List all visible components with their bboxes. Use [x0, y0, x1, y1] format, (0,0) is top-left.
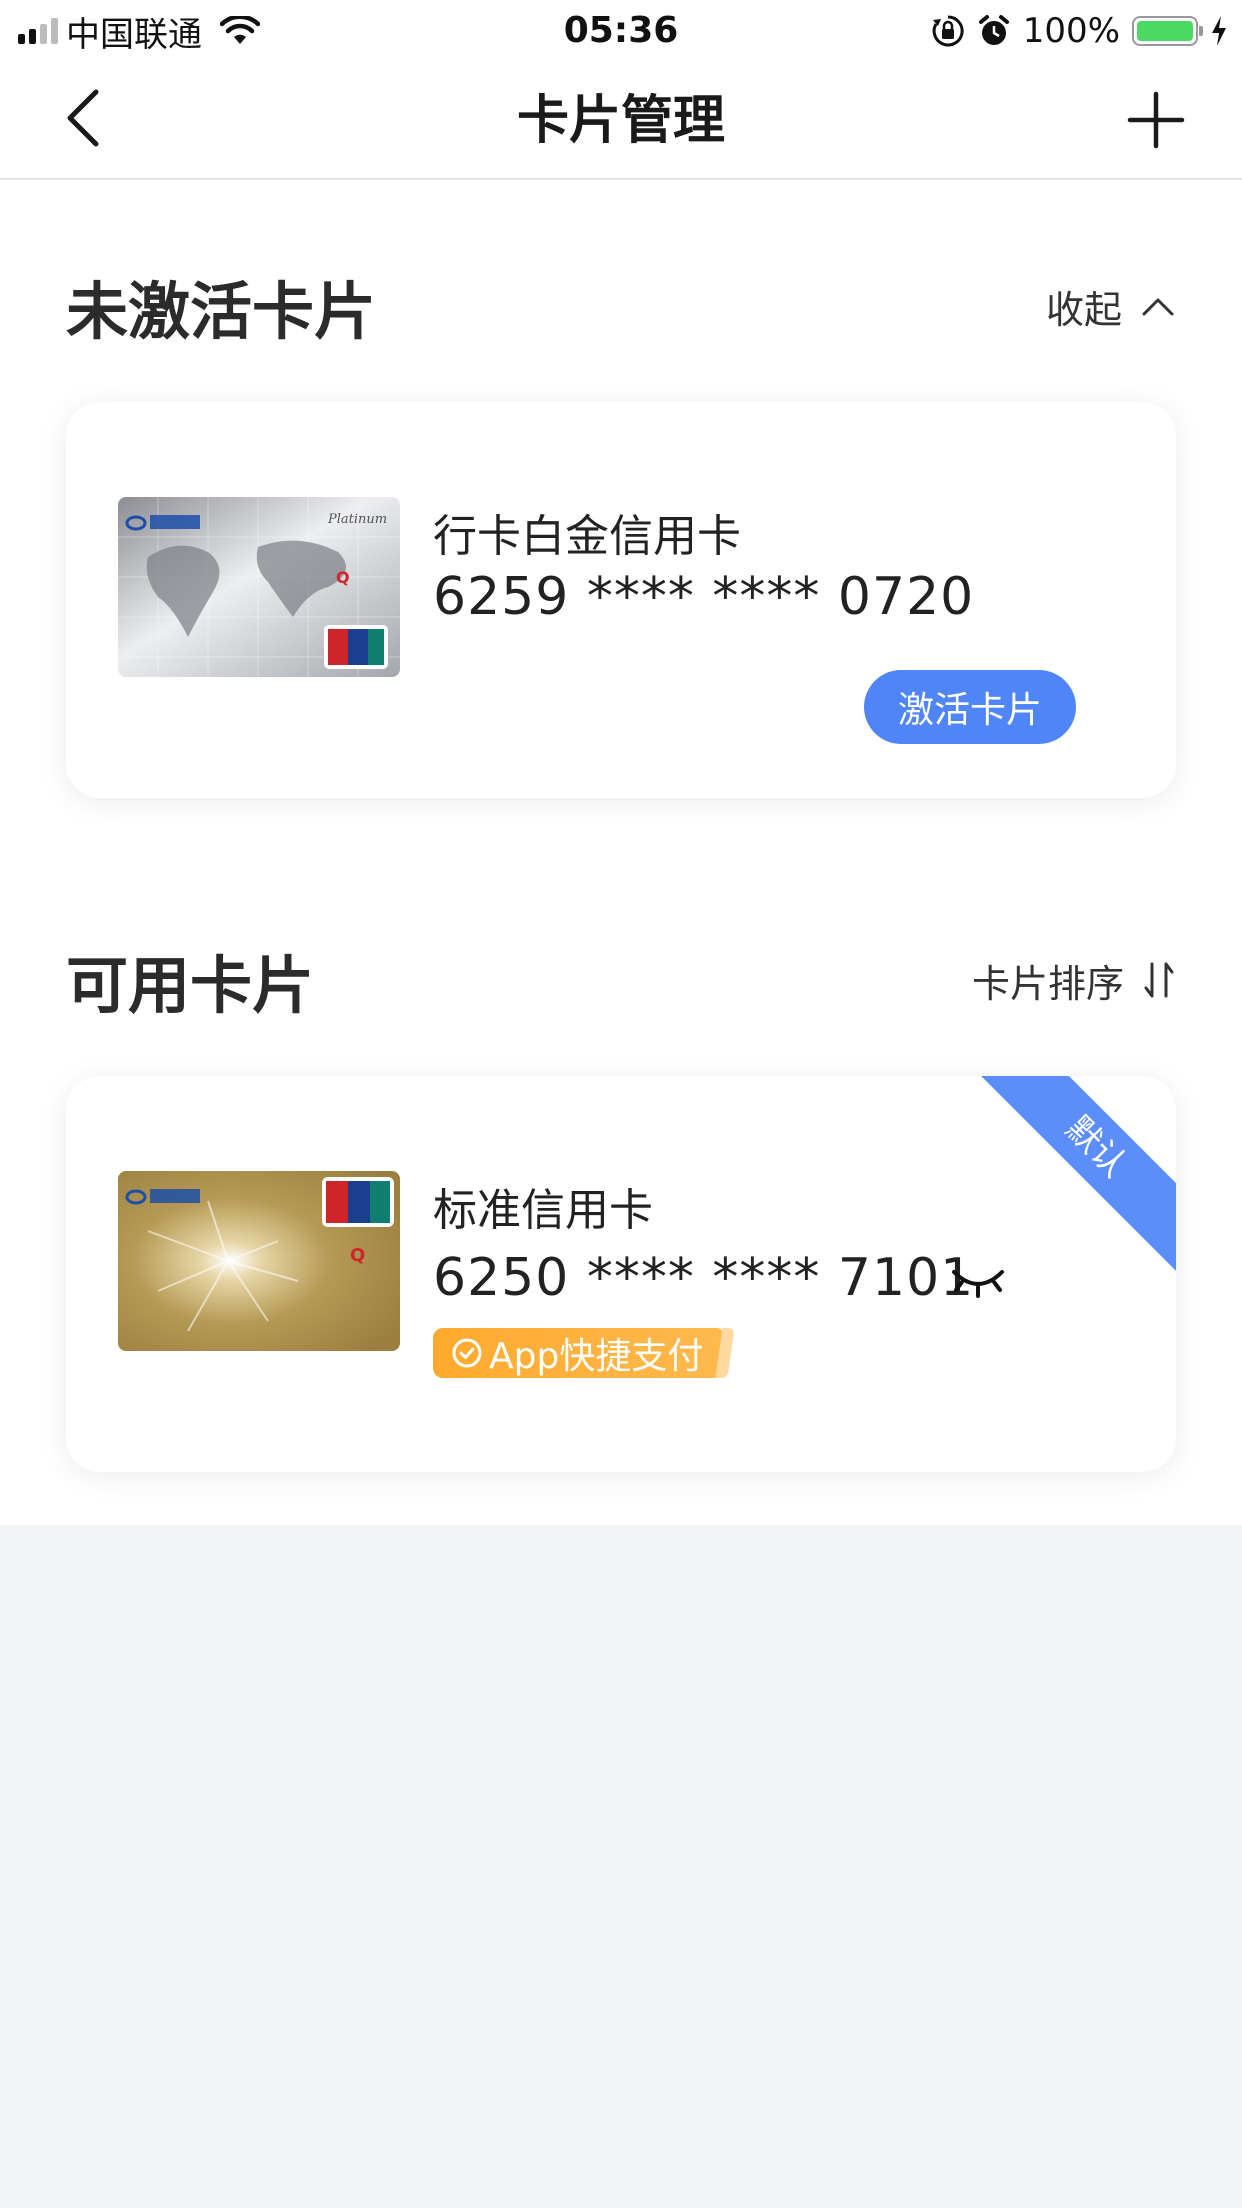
add-icon[interactable]: [1126, 90, 1186, 150]
activate-card-button[interactable]: 激活卡片: [864, 670, 1076, 744]
quick-pay-label: App快捷支付: [489, 1336, 704, 1377]
alarm-icon: [978, 15, 1009, 45]
nav-bar: 卡片管理: [0, 62, 1242, 180]
lock-rotation-icon: [932, 15, 964, 47]
chevron-up-icon: [1142, 298, 1174, 316]
inactive-card-panel[interactable]: Platinum Q 行卡白金信用卡 6259 **** **** 0720 激…: [66, 402, 1176, 798]
battery-icon: [1132, 16, 1203, 46]
status-right: 100%: [931, 10, 1228, 52]
default-badge: 默认: [968, 1076, 1176, 1275]
svg-text:Platinum: Platinum: [327, 512, 387, 527]
page-title: 卡片管理: [516, 91, 725, 151]
inactive-card-name: 行卡白金信用卡: [433, 511, 741, 562]
available-card-name: 标准信用卡: [433, 1185, 653, 1236]
check-circle-icon: [452, 1338, 482, 1368]
collapse-button[interactable]: 收起: [1046, 279, 1176, 334]
svg-text:Q: Q: [336, 568, 350, 587]
platinum-card-image: Platinum Q: [118, 497, 400, 677]
inactive-card-number: 6259 **** **** 0720: [433, 567, 975, 627]
battery-percent: 100%: [1022, 11, 1120, 51]
inactive-section-title: 未激活卡片: [66, 275, 377, 348]
available-card-number: 6250 **** **** 7101: [433, 1248, 975, 1308]
available-card-panel[interactable]: 默认 Q 标准信用卡 6250 **** **** 7101 App快捷支付: [66, 1076, 1176, 1472]
status-bar: 中国联通 05:36 100%: [0, 0, 1242, 62]
back-icon[interactable]: [56, 86, 120, 150]
available-section-title: 可用卡片: [66, 949, 315, 1022]
content: 未激活卡片 收起 Platinum Q 行卡白金信用卡 6259 **** **…: [0, 180, 1242, 1525]
charging-icon: [1212, 16, 1226, 46]
sort-icon: [1144, 962, 1174, 998]
sort-cards-button[interactable]: 卡片排序: [972, 953, 1176, 1008]
collapse-label: 收起: [1045, 287, 1122, 332]
available-section-header: 可用卡片 卡片排序: [66, 935, 1176, 1025]
svg-text:Q: Q: [350, 1245, 365, 1266]
eye-closed-icon[interactable]: [948, 1262, 1008, 1298]
sort-label: 卡片排序: [971, 961, 1124, 1006]
gold-card-image: Q: [118, 1171, 400, 1351]
inactive-section-header: 未激活卡片 收起: [66, 261, 1176, 351]
quick-pay-tag: App快捷支付: [433, 1328, 723, 1378]
